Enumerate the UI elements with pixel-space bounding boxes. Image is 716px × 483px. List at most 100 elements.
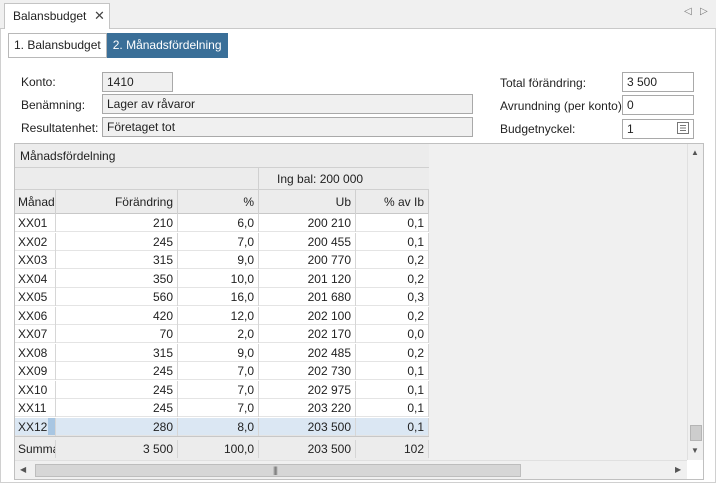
table-row[interactable]: XX06 420 12,0 202 100 0,2 — [15, 306, 429, 325]
cell-forandring[interactable]: 280 — [56, 417, 178, 436]
list-lookup-icon[interactable] — [674, 121, 692, 137]
cell-manad: XX11 — [15, 399, 56, 417]
cell-forandring[interactable]: 315 — [56, 343, 178, 362]
column-header-manad[interactable]: Månad — [15, 190, 56, 214]
cell-procent[interactable]: 8,0 — [178, 417, 259, 436]
table-row[interactable]: XX05 560 16,0 201 680 0,3 — [15, 288, 429, 306]
cell-procent-av-ib[interactable]: 0,2 — [356, 251, 429, 269]
konto-label: Konto: — [21, 75, 56, 89]
cell-ub[interactable]: 200 210 — [259, 214, 356, 232]
resultatenhet-label: Resultatenhet: — [21, 121, 99, 135]
cell-procent-av-ib[interactable]: 0,1 — [356, 362, 429, 380]
cell-procent-av-ib[interactable]: 0,3 — [356, 288, 429, 306]
column-header-ub[interactable]: Ub — [259, 190, 356, 214]
step-manadsfordelning[interactable]: 2. Månadsfördelning — [106, 33, 228, 58]
arrow-right-icon[interactable]: ▷ — [700, 6, 708, 17]
cell-forandring[interactable]: 245 — [56, 232, 178, 251]
cell-procent-av-ib[interactable]: 0,0 — [356, 325, 429, 343]
tab-balansbudget[interactable]: Balansbudget ✕ — [4, 3, 110, 29]
table-row[interactable]: XX07 70 2,0 202 170 0,0 — [15, 325, 429, 343]
cell-procent[interactable]: 12,0 — [178, 306, 259, 325]
cell-procent[interactable]: 16,0 — [178, 288, 259, 306]
table-row[interactable]: XX11 245 7,0 203 220 0,1 — [15, 399, 429, 417]
tab-title: Balansbudget — [13, 9, 87, 23]
cell-ub[interactable]: 202 485 — [259, 343, 356, 362]
cell-procent[interactable]: 6,0 — [178, 214, 259, 232]
total-forandring-input[interactable]: 3 500 — [622, 72, 694, 92]
cell-forandring[interactable]: 245 — [56, 362, 178, 380]
scroll-down-icon[interactable]: ▼ — [691, 446, 699, 455]
cell-forandring[interactable]: 560 — [56, 288, 178, 306]
cell-ub[interactable]: 202 730 — [259, 362, 356, 380]
scroll-right-icon[interactable]: ▶ — [675, 465, 681, 474]
budgetnyckel-input[interactable]: 1 — [622, 119, 694, 139]
band-spacer — [15, 168, 259, 190]
close-icon[interactable]: ✕ — [94, 8, 105, 24]
cell-procent-av-ib[interactable]: 0,1 — [356, 380, 429, 399]
horizontal-scrollbar[interactable]: ◀ ||| ▶ — [15, 460, 687, 479]
table-row[interactable]: XX09 245 7,0 202 730 0,1 — [15, 362, 429, 380]
table-row[interactable]: XX01 210 6,0 200 210 0,1 — [15, 214, 429, 232]
cell-ub[interactable]: 200 770 — [259, 251, 356, 269]
table-row[interactable]: XX10 245 7,0 202 975 0,1 — [15, 380, 429, 399]
scroll-up-icon[interactable]: ▲ — [691, 148, 699, 157]
table-row[interactable]: XX12 280 8,0 203 500 0,1 — [15, 417, 429, 436]
cell-procent[interactable]: 7,0 — [178, 232, 259, 251]
cell-procent[interactable]: 7,0 — [178, 362, 259, 380]
cell-ub[interactable]: 201 120 — [259, 269, 356, 288]
vertical-scroll-thumb[interactable] — [690, 425, 702, 441]
cell-procent[interactable]: 10,0 — [178, 269, 259, 288]
cell-manad: XX10 — [15, 380, 56, 399]
cell-forandring[interactable]: 315 — [56, 251, 178, 269]
step-tabs: 1. Balansbudget 2. Månadsfördelning — [8, 33, 228, 58]
table-row[interactable]: XX02 245 7,0 200 455 0,1 — [15, 232, 429, 251]
cell-forandring[interactable]: 70 — [56, 325, 178, 343]
cell-procent-av-ib[interactable]: 0,1 — [356, 214, 429, 232]
cell-manad: XX05 — [15, 288, 56, 306]
table-row[interactable]: XX04 350 10,0 201 120 0,2 — [15, 269, 429, 288]
cell-procent-av-ib[interactable]: 0,2 — [356, 269, 429, 288]
cell-procent[interactable]: 9,0 — [178, 251, 259, 269]
cell-forandring[interactable]: 420 — [56, 306, 178, 325]
step-balansbudget[interactable]: 1. Balansbudget — [8, 33, 107, 58]
column-header-procent-av-ib[interactable]: % av Ib — [356, 190, 429, 214]
cell-forandring[interactable]: 350 — [56, 269, 178, 288]
cell-ub[interactable]: 203 220 — [259, 399, 356, 417]
scroll-left-icon[interactable]: ◀ — [20, 465, 26, 474]
cell-ub[interactable]: 201 680 — [259, 288, 356, 306]
konto-field: 1410 — [102, 72, 173, 92]
table-row[interactable]: XX03 315 9,0 200 770 0,2 — [15, 251, 429, 269]
cell-forandring[interactable]: 245 — [56, 380, 178, 399]
cell-procent-av-ib[interactable]: 0,1 — [356, 399, 429, 417]
cell-procent[interactable]: 7,0 — [178, 399, 259, 417]
cell-forandring[interactable]: 245 — [56, 399, 178, 417]
cell-procent[interactable]: 2,0 — [178, 325, 259, 343]
cell-procent-av-ib[interactable]: 0,1 — [356, 417, 429, 436]
arrow-left-icon[interactable]: ◁ — [684, 6, 692, 17]
column-header-forandring[interactable]: Förändring — [56, 190, 178, 214]
cell-forandring[interactable]: 210 — [56, 214, 178, 232]
cell-ub[interactable]: 202 975 — [259, 380, 356, 399]
manadsfordelning-grid: Månadsfördelning Ing bal: 200 000 Månad … — [14, 143, 704, 480]
cell-procent-av-ib[interactable]: 0,2 — [356, 343, 429, 362]
benamning-field: Lager av råvaror — [102, 94, 473, 114]
cell-procent[interactable]: 7,0 — [178, 380, 259, 399]
cell-manad: XX08 — [15, 343, 56, 362]
avrundning-input[interactable]: 0 — [622, 95, 694, 115]
cell-ub[interactable]: 200 455 — [259, 232, 356, 251]
column-header-procent[interactable]: % — [178, 190, 259, 214]
cell-ub[interactable]: 202 170 — [259, 325, 356, 343]
column-header-row: Månad Förändring % Ub % av Ib — [15, 190, 429, 214]
horizontal-scroll-thumb[interactable]: ||| — [35, 464, 521, 477]
tab-strip: Balansbudget ✕ ◁ ▷ — [0, 0, 716, 29]
summary-procent: 100,0 — [178, 440, 259, 458]
vertical-scrollbar[interactable]: ▲ ▼ — [687, 144, 703, 460]
table-row[interactable]: XX08 315 9,0 202 485 0,2 — [15, 343, 429, 362]
cell-procent-av-ib[interactable]: 0,1 — [356, 232, 429, 251]
cell-ub[interactable]: 203 500 — [259, 417, 356, 436]
cell-ub[interactable]: 202 100 — [259, 306, 356, 325]
summary-label: Summa — [15, 440, 56, 458]
cell-procent[interactable]: 9,0 — [178, 343, 259, 362]
cell-procent-av-ib[interactable]: 0,2 — [356, 306, 429, 325]
cell-manad: XX03 — [15, 251, 56, 269]
